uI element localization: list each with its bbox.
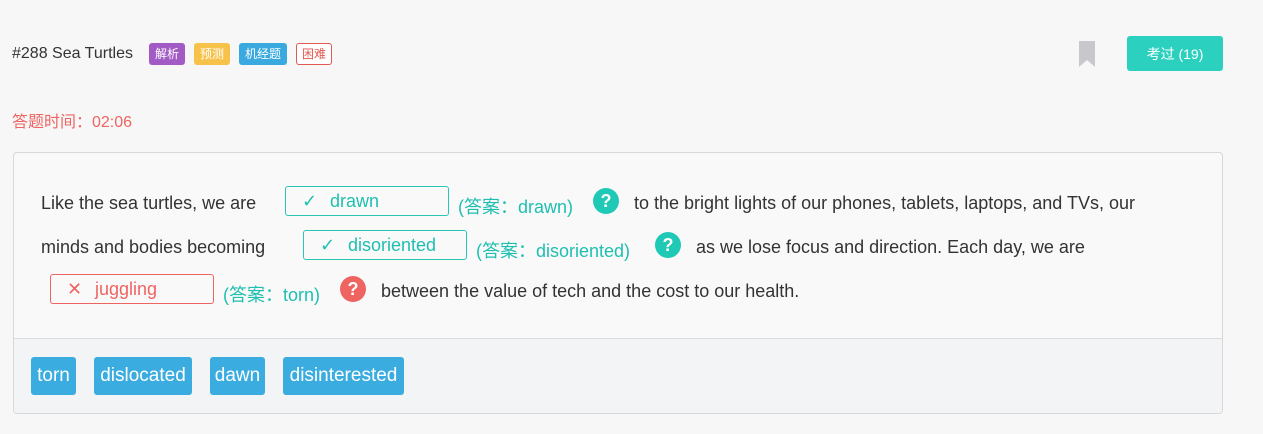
question-page: #288 Sea Turtles 解析 预测 机经题 困难 考过 (19) 答题…	[0, 0, 1263, 434]
check-icon: ✓	[320, 234, 336, 255]
passage-text: Like the sea turtles, we are ✓ drawn (答案…	[14, 153, 1222, 338]
blank-3[interactable]: ✕ juggling	[50, 274, 214, 304]
help-icon[interactable]: ?	[655, 232, 681, 258]
help-icon[interactable]: ?	[340, 276, 366, 302]
blank-1-answer: (答案：drawn)	[458, 197, 574, 217]
blank-1-value: drawn	[330, 190, 380, 211]
tag-machine-question[interactable]: 机经题	[239, 43, 288, 65]
passage-line2-start: minds and bodies becoming	[41, 237, 266, 257]
blank-3-value: juggling	[95, 278, 158, 299]
tag-analysis[interactable]: 解析	[148, 43, 185, 65]
blank-2[interactable]: ✓ disoriented	[303, 230, 467, 260]
option-dawn[interactable]: dawn	[210, 357, 265, 395]
passed-count-button[interactable]: 考过 (19)	[1127, 36, 1223, 71]
tag-prediction[interactable]: 预测	[193, 43, 230, 65]
blank-1[interactable]: ✓ drawn	[285, 186, 449, 216]
check-icon: ✓	[302, 190, 318, 211]
blank-2-value: disoriented	[348, 234, 437, 255]
passage-line2-end: as we lose focus and direction. Each day…	[696, 237, 1085, 257]
bookmark-icon[interactable]	[1078, 40, 1096, 68]
cross-icon: ✕	[67, 278, 83, 299]
word-options: torn dislocated dawn disinterested	[14, 339, 1222, 413]
option-disinterested[interactable]: disinterested	[283, 357, 404, 395]
question-header: #288 Sea Turtles 解析 预测 机经题 困难	[12, 40, 341, 68]
help-icon[interactable]: ?	[593, 188, 619, 214]
passage-card: Like the sea turtles, we are ✓ drawn (答案…	[13, 152, 1223, 414]
blank-2-answer: (答案：disoriented)	[476, 241, 631, 261]
question-title: #288 Sea Turtles	[12, 45, 133, 62]
answer-timer: 答题时间：02:06	[12, 114, 133, 131]
passage-line1-start: Like the sea turtles, we are	[41, 193, 257, 213]
passage-line1-end: to the bright lights of our phones, tabl…	[634, 193, 1135, 213]
option-dislocated[interactable]: dislocated	[94, 357, 192, 395]
tag-difficulty: 困难	[296, 43, 333, 65]
blank-3-answer: (答案：torn)	[223, 285, 321, 305]
passage-line3-end: between the value of tech and the cost t…	[381, 281, 800, 301]
option-torn[interactable]: torn	[31, 357, 76, 395]
